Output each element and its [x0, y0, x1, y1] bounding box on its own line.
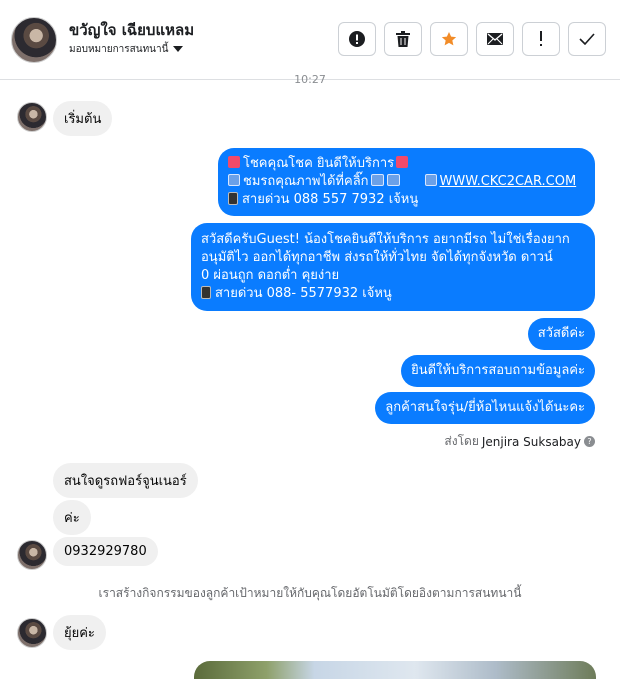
message-line: สวัสดีครับGuest! น้องโชคยินดีให้บริการ อ… — [201, 232, 570, 247]
message-text: สายด่วน 088- 5577932 เจ้หนู — [215, 286, 392, 301]
contact-avatar-small — [17, 102, 47, 132]
red-square-icon — [396, 156, 409, 168]
outgoing-message: โชคคุณโชค ยินดีให้บริการ ชมรถคุณภาพได้ที… — [218, 148, 595, 216]
incoming-message: สนใจดูรถฟอร์จูนเนอร์ — [53, 463, 198, 498]
play-button-icon — [228, 174, 240, 186]
assign-label: มอบหมายการสนทนานี้ — [69, 44, 169, 55]
sent-by-label: ส่งโดย — [444, 434, 479, 448]
header-actions — [338, 22, 606, 56]
report-spam-button[interactable] — [338, 22, 376, 56]
outgoing-photo[interactable] — [194, 661, 596, 679]
message-line: โชคคุณโชค ยินดีให้บริการ — [228, 155, 585, 173]
follow-up-button[interactable] — [522, 22, 560, 56]
outgoing-message: ยินดีให้บริการสอบถามข้อมูลค่ะ — [401, 355, 595, 387]
outgoing-message: ลูกค้าสนใจรุ่น/ยี่ห้อไหนแจ้งได้นะคะ — [375, 392, 595, 424]
incoming-message: 0932929780 — [53, 537, 158, 566]
message-line: 0 ผ่อนถูก ดอกต่ำ คุยง่าย — [201, 268, 340, 283]
message-line: อนุมัติไว ออกได้ทุกอาชีพ ส่งรถให้ทั่วไทย… — [201, 250, 553, 265]
help-icon[interactable]: ? — [584, 436, 595, 447]
down-arrow-icon — [386, 174, 400, 186]
incoming-message: ยุ้ยค่ะ — [53, 615, 106, 650]
check-icon — [579, 33, 595, 45]
trash-icon — [396, 31, 410, 47]
star-icon — [441, 32, 457, 46]
outgoing-message: สวัสดีครับGuest! น้องโชคยินดีให้บริการ อ… — [191, 223, 595, 311]
down-arrow-icon — [370, 174, 384, 186]
assign-conversation-dropdown[interactable]: มอบหมายการสนทนานี้ — [69, 42, 184, 57]
message-text: โชคคุณโชค ยินดีให้บริการ — [243, 156, 395, 171]
exclamation-circle-icon — [349, 31, 365, 47]
incoming-message: ค่ะ — [53, 500, 91, 535]
contact-name[interactable]: ขวัญใจ เฉียบแหลม — [69, 18, 194, 42]
message-timestamp: 10:27 — [294, 73, 326, 86]
contact-avatar[interactable] — [11, 17, 57, 63]
phone-icon — [201, 286, 211, 299]
mark-done-button[interactable] — [568, 22, 606, 56]
sent-by-info: ส่งโดย Jenjira Suksabay ? — [444, 432, 595, 451]
outgoing-message: สวัสดีค่ะ — [527, 318, 595, 350]
contact-avatar-small — [17, 618, 47, 648]
mark-unread-button[interactable] — [476, 22, 514, 56]
contact-avatar-small — [17, 540, 47, 570]
system-note: เราสร้างกิจกรรมของลูกค้าเป้าหมายให้กับคุ… — [98, 586, 522, 600]
play-button-icon — [424, 174, 437, 186]
message-line: สายด่วน 088 557 7932 เจ้หนู — [228, 191, 585, 209]
message-line: สายด่วน 088- 5577932 เจ้หนู — [201, 285, 585, 303]
chevron-down-icon — [173, 46, 184, 52]
message-text: สายด่วน 088 557 7932 เจ้หนู — [242, 192, 419, 207]
star-button[interactable] — [430, 22, 468, 56]
phone-icon — [228, 192, 238, 205]
sender-name: Jenjira Suksabay — [481, 434, 581, 449]
delete-button[interactable] — [384, 22, 422, 56]
website-link[interactable]: WWW.CKC2CAR.COM — [440, 174, 577, 189]
red-square-icon — [228, 156, 240, 168]
exclamation-icon — [540, 31, 542, 46]
message-text: ชมรถคุณภาพได้ที่คลิ๊ก — [243, 174, 369, 189]
conversation-header: ขวัญใจ เฉียบแหลม มอบหมายการสนทนานี้ — [0, 0, 620, 80]
message-line: ชมรถคุณภาพได้ที่คลิ๊ก WWW.CKC2CAR.COM — [228, 173, 585, 191]
incoming-message: เริ่มต้น — [53, 101, 113, 136]
envelope-icon — [487, 33, 503, 45]
